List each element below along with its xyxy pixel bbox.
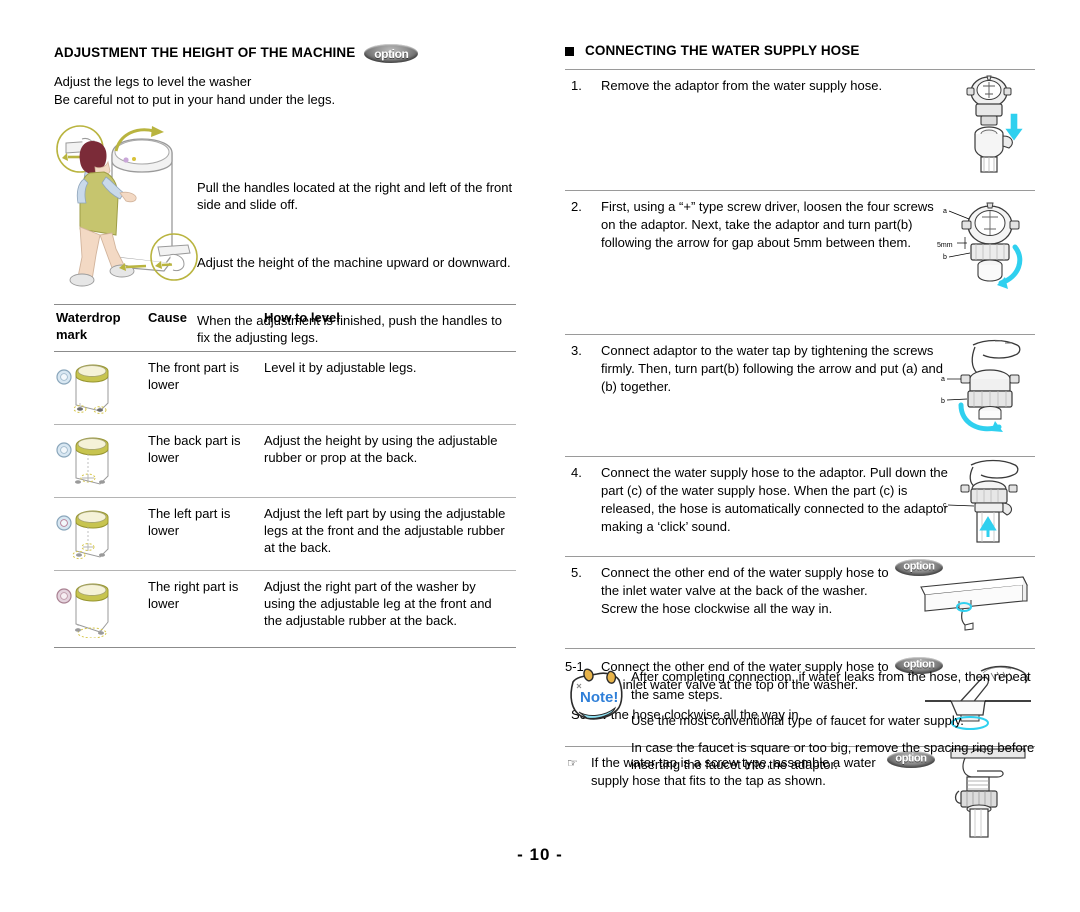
step-5-number: 5. bbox=[571, 564, 582, 580]
table-row: The right part is lower Adjust the right… bbox=[54, 570, 516, 648]
adaptor-loosen-screws-diagram: a 5mm b bbox=[937, 202, 1023, 289]
note-icon-wrapper: Note! bbox=[565, 662, 631, 722]
step-2-number: 2. bbox=[571, 198, 582, 214]
step-5-text: Connect the other end of the water suppl… bbox=[601, 564, 889, 616]
step-5-illustration: option bbox=[895, 557, 1035, 631]
right-section-title: CONNECTING THE WATER SUPPLY HOSE bbox=[565, 43, 1035, 59]
washer-front-low-icon bbox=[56, 364, 109, 414]
cause-cell: The front part is lower bbox=[146, 351, 262, 425]
left-intro-line-2: Be careful not to put in your hand under… bbox=[54, 92, 336, 107]
step-1: 1. Remove the adaptor from the water sup… bbox=[565, 68, 1035, 190]
woman-adjusting-washer-illustration bbox=[56, 125, 198, 287]
page-footer: - 10 - bbox=[0, 845, 1080, 865]
label-b: b bbox=[943, 254, 947, 261]
page-number: - 10 - bbox=[517, 845, 563, 864]
step-4: 4. Connect the water supply hose to the … bbox=[565, 455, 1035, 556]
step-4-illustration: c bbox=[937, 457, 1035, 543]
cause-cell: The back part is lower bbox=[146, 424, 262, 498]
table-header-waterdrop: Waterdrop mark bbox=[54, 304, 146, 352]
left-step-3: When the adjustment is finished, push th… bbox=[197, 313, 502, 345]
washer-left-low-icon bbox=[56, 510, 109, 560]
step-3-number: 3. bbox=[571, 342, 582, 358]
option-badge-label: option bbox=[374, 46, 409, 61]
step-3-illustration: a b bbox=[935, 337, 1035, 437]
step-2-illustration: a 5mm b bbox=[935, 197, 1035, 309]
left-intro: Adjust the legs to level the washer Be c… bbox=[54, 73, 514, 109]
left-step-1: Pull the handles located at the right an… bbox=[197, 180, 513, 212]
how-cell: Adjust the height by using the adjustabl… bbox=[262, 424, 516, 498]
hose-click-connect-diagram: c bbox=[943, 459, 1019, 543]
how-cell: Adjust the left part by using the adjust… bbox=[262, 497, 516, 571]
leveling-table: Waterdrop mark Cause How to level The fr… bbox=[54, 304, 516, 648]
washer-back-low-icon bbox=[56, 437, 109, 485]
manual-page: ADJUSTMENT THE HEIGHT OF THE MACHINE opt… bbox=[0, 0, 1080, 912]
table-row: The front part is lower Level it by adju… bbox=[54, 351, 516, 425]
label-5mm: 5mm bbox=[937, 242, 953, 249]
left-illustration-steps: Pull the handles located at the right an… bbox=[197, 179, 517, 346]
step-4-text: Connect the water supply hose to the ada… bbox=[601, 464, 948, 534]
step-2-text: First, using a “+” type screw driver, lo… bbox=[601, 198, 934, 250]
cause-cell: The left part is lower bbox=[146, 497, 262, 571]
right-section-title-text: CONNECTING THE WATER SUPPLY HOSE bbox=[585, 43, 860, 58]
label-a: a bbox=[941, 376, 945, 383]
step-4-number: 4. bbox=[571, 464, 582, 480]
step-1-text: Remove the adaptor from the water supply… bbox=[601, 77, 883, 93]
label-b: b bbox=[941, 398, 945, 405]
how-cell: Adjust the right part of the washer by u… bbox=[262, 570, 516, 648]
step-3-text: Connect adaptor to the water tap by tigh… bbox=[601, 342, 944, 394]
left-step-2: Adjust the height of the machine upward … bbox=[197, 255, 511, 270]
label-c: c bbox=[943, 502, 947, 509]
note-label: Note! bbox=[580, 689, 618, 706]
note-line-1: After completing connection, if water le… bbox=[631, 669, 1031, 702]
note-line-2: Use the most conventional type of faucet… bbox=[631, 713, 964, 728]
step-3: 3. Connect adaptor to the water tap by t… bbox=[565, 333, 1035, 456]
how-cell: Level it by adjustable legs. bbox=[262, 351, 516, 425]
washer-right-low-icon bbox=[56, 583, 109, 638]
step-1-illustration bbox=[943, 74, 1035, 174]
waterdrop-cell bbox=[54, 424, 146, 498]
waterdrop-cell bbox=[54, 570, 146, 648]
waterdrop-cell bbox=[54, 497, 146, 571]
left-column: ADJUSTMENT THE HEIGHT OF THE MACHINE opt… bbox=[54, 44, 516, 648]
left-intro-line-1: Adjust the legs to level the washer bbox=[54, 74, 252, 89]
option-badge-icon: option bbox=[364, 44, 419, 63]
table-row: The left part is lower Adjust the left p… bbox=[54, 497, 516, 571]
left-section-title: ADJUSTMENT THE HEIGHT OF THE MACHINE opt… bbox=[54, 44, 514, 63]
note-scroll-icon: Note! bbox=[570, 668, 623, 720]
note-line-3: In case the faucet is square or too big,… bbox=[631, 739, 1035, 773]
note-text: After completing connection, if water le… bbox=[631, 662, 1035, 774]
label-a: a bbox=[943, 208, 947, 215]
step-5: 5. Connect the other end of the water su… bbox=[565, 555, 1035, 648]
note-block: Note! After completing connection, if wa… bbox=[565, 662, 1035, 774]
washer-back-inlet-valve-diagram bbox=[920, 576, 1028, 631]
table-row: The back part is lower Adjust the height… bbox=[54, 424, 516, 498]
cause-cell: The right part is lower bbox=[146, 570, 262, 648]
adaptor-separating-diagram bbox=[966, 75, 1023, 173]
step-2: 2. First, using a “+” type screw driver,… bbox=[565, 189, 1035, 334]
left-illustration-row: Pull the handles located at the right an… bbox=[54, 117, 514, 345]
step-1-number: 1. bbox=[571, 77, 582, 93]
adaptor-on-tap-diagram: a b bbox=[941, 339, 1021, 432]
left-section-title-text: ADJUSTMENT THE HEIGHT OF THE MACHINE bbox=[54, 45, 356, 61]
waterdrop-cell bbox=[54, 351, 146, 425]
